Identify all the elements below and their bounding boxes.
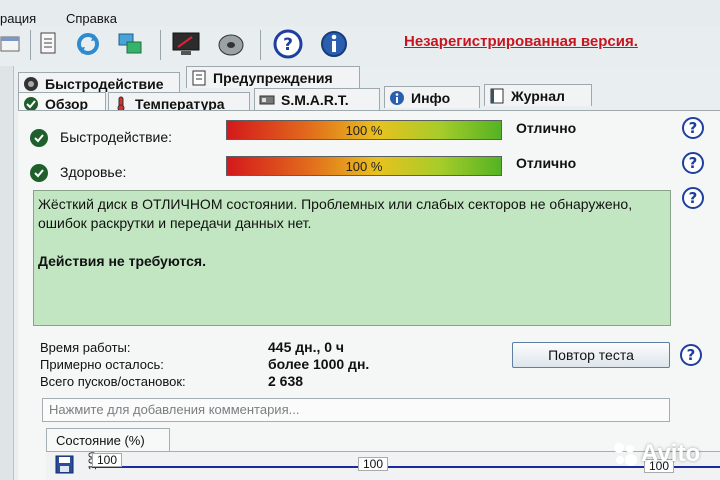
tab-smart[interactable]: S.M.A.R.T. — [254, 88, 380, 110]
save-icon[interactable] — [54, 455, 76, 475]
menu-item-operations[interactable]: рация — [0, 11, 36, 26]
summary-help-icon[interactable]: ? — [682, 187, 704, 209]
tab-label: Быстродействие — [45, 75, 164, 92]
health-ok-icon — [30, 164, 48, 182]
toolbar: ? Незарегистрированная версия. — [0, 26, 720, 66]
help-icon[interactable]: ? — [272, 28, 304, 60]
health-percent: 100 % — [345, 159, 383, 174]
performance-ok-icon — [30, 129, 48, 147]
info-icon — [389, 90, 405, 106]
left-sidebar — [0, 66, 14, 480]
performance-percent: 100 % — [345, 123, 383, 138]
monitor-icon[interactable] — [170, 28, 202, 60]
start-stop-value: 2 638 — [268, 373, 304, 389]
tab-warnings[interactable]: Предупреждения — [186, 66, 360, 88]
retest-button[interactable]: Повтор теста — [512, 342, 670, 368]
performance-help-icon[interactable]: ? — [682, 117, 704, 139]
menu-bar: рация Справка — [0, 0, 720, 26]
document-icon[interactable] — [32, 28, 64, 60]
unregistered-version-link[interactable]: Незарегистрированная версия. — [404, 33, 638, 50]
tab-status-chart[interactable]: Состояние (%) — [46, 428, 170, 452]
tab-journal[interactable]: Журнал — [484, 84, 592, 106]
window-icon[interactable] — [0, 28, 26, 60]
journal-icon — [489, 88, 505, 104]
refresh-icon[interactable] — [72, 28, 104, 60]
tab-info[interactable]: Инфо — [384, 86, 480, 108]
health-label: Здоровье: — [60, 164, 127, 180]
menu-item-help[interactable]: Справка — [66, 11, 117, 26]
tab-label: Журнал — [511, 87, 565, 104]
summary-box: Жёсткий диск в ОТЛИЧНОМ состоянии. Пробл… — [33, 190, 671, 326]
network-icon[interactable] — [114, 28, 146, 60]
retest-help-icon[interactable]: ? — [680, 344, 702, 366]
smart-icon — [259, 92, 275, 108]
health-help-icon[interactable]: ? — [682, 152, 704, 174]
uptime-value: 445 дн., 0 ч — [268, 339, 345, 355]
summary-text: Жёсткий диск в ОТЛИЧНОМ состоянии. Пробл… — [38, 196, 633, 231]
comment-field[interactable]: Нажмите для добавления комментария... — [42, 398, 670, 422]
info-icon[interactable] — [318, 28, 350, 60]
avito-watermark: Avito — [612, 440, 700, 468]
tab-label: S.M.A.R.T. — [281, 91, 349, 108]
watermark-text: Avito — [641, 440, 701, 467]
performance-bar: 100 % — [226, 120, 502, 140]
tab-performance[interactable]: Быстродействие — [18, 72, 180, 94]
start-stop-label: Всего пусков/остановок: — [40, 374, 186, 389]
remaining-value: более 1000 дн. — [268, 356, 370, 372]
tab-label: Предупреждения — [213, 69, 333, 86]
health-bar: 100 % — [226, 156, 502, 176]
performance-status: Отлично — [516, 120, 577, 136]
remaining-label: Примерно осталось: — [40, 357, 164, 372]
warnings-icon — [191, 70, 207, 86]
tab-label: Инфо — [411, 89, 451, 106]
uptime-label: Время работы: — [40, 340, 131, 355]
health-status: Отлично — [516, 155, 577, 171]
chart-point-label: 100 — [92, 453, 123, 467]
performance-icon — [23, 76, 39, 92]
summary-action: Действия не требуются. — [38, 253, 206, 269]
chart-point-label: 100 — [358, 457, 389, 471]
svg-text:?: ? — [283, 35, 293, 55]
performance-label: Быстродействие: — [60, 129, 173, 145]
disk-icon[interactable] — [215, 28, 247, 60]
